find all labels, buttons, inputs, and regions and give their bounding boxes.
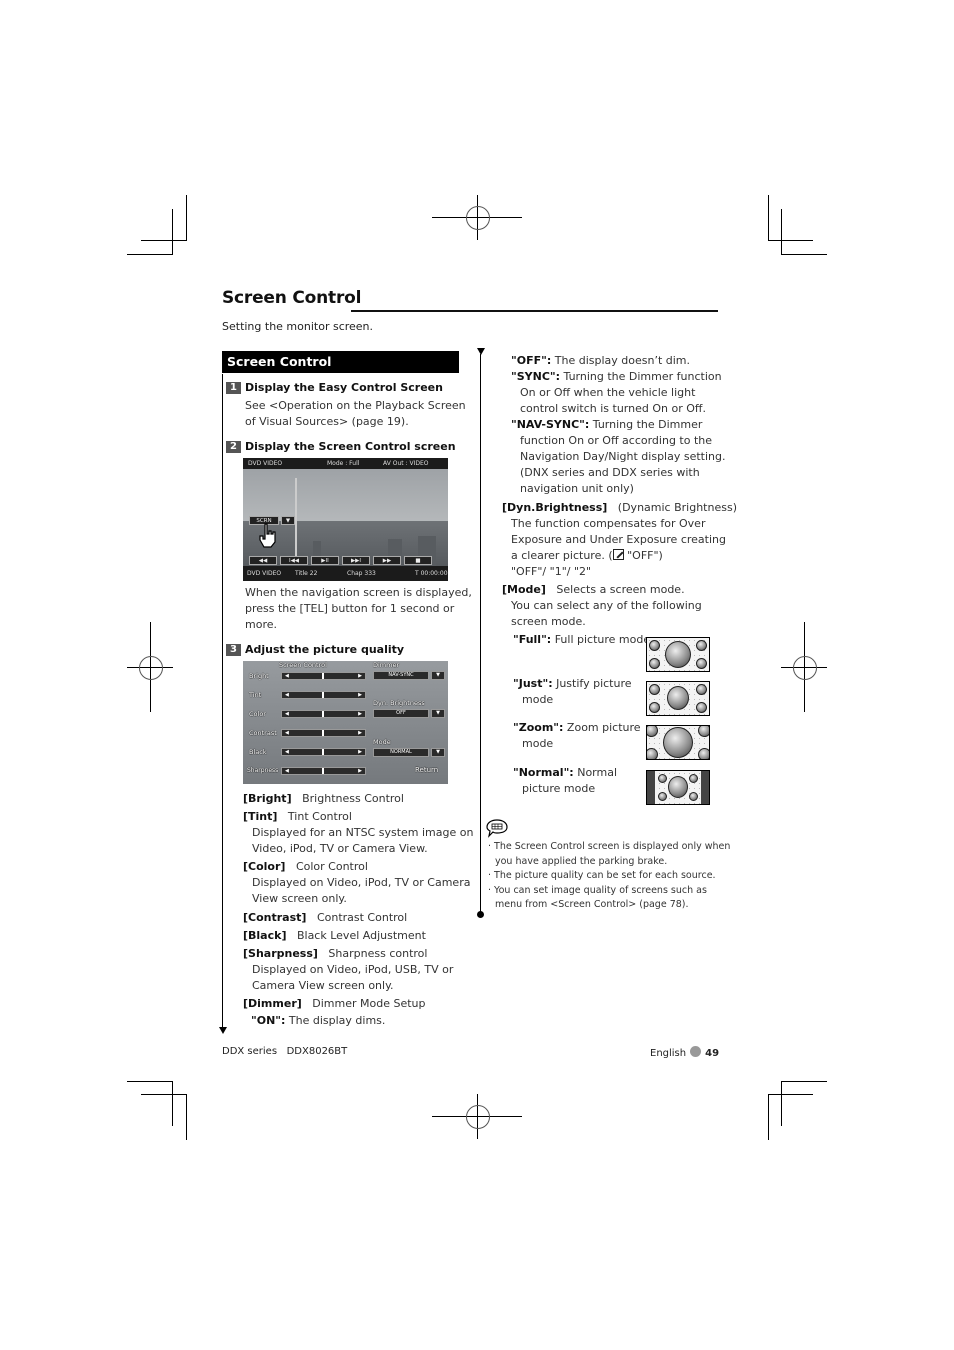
item-mode: [Mode] Selects a screen mode. You can se…	[502, 583, 702, 628]
item-dyn-brightness: [Dyn.Brightness] (Dynamic Brightness) Th…	[502, 501, 737, 578]
item-bright: [Bright] Brightness Control	[243, 792, 404, 805]
screen-bottom-bar: DVD VIDEO Title 22 Chap 333 T 00:00:00	[243, 566, 448, 581]
previous-button[interactable]: I◀◀	[280, 556, 308, 565]
return-button[interactable]: Return	[415, 766, 438, 774]
footer-model: DDX series DDX8026BT	[222, 1046, 348, 1057]
footer-page: English 49	[650, 1046, 720, 1059]
screen-control-heading: Screen Control	[279, 661, 327, 669]
default-setting-icon	[612, 549, 624, 560]
step-number: 3	[226, 643, 241, 656]
note-icon	[486, 819, 508, 838]
page-dot-icon	[690, 1046, 702, 1057]
step-number: 1	[226, 381, 241, 394]
mode-option-full: "Full": Full picture mode	[513, 633, 651, 646]
dimmer-value: NAV-SYNC	[373, 671, 429, 680]
note-item: · You can set image quality of screens s…	[488, 884, 707, 896]
bright-slider[interactable]: ◀ ▶	[281, 672, 366, 680]
dimmer-option-nav-sync: "NAV-SYNC": Turning the Dimmer function …	[511, 418, 726, 495]
flow-line-right	[480, 354, 482, 914]
step-title: Display the Easy Control Screen	[245, 381, 443, 394]
contrast-slider[interactable]: ◀ ▶	[281, 729, 366, 737]
page-title: Screen Control	[222, 288, 362, 308]
item-black: [Black] Black Level Adjustment	[243, 929, 426, 942]
easy-control-screenshot: DVD VIDEO Mode : Full AV Out : VIDEO SCR…	[243, 458, 448, 581]
full-mode-image	[646, 637, 710, 672]
mode-option-normal: "Normal": Normal picture mode	[513, 766, 618, 795]
tint-slider[interactable]: ◀ ▶	[281, 691, 366, 699]
next-button[interactable]: ▶▶I	[342, 556, 370, 565]
screen-top-bar: DVD VIDEO Mode : Full AV Out : VIDEO	[243, 458, 448, 469]
page-subtitle: Setting the monitor screen.	[222, 320, 374, 333]
sharpness-slider[interactable]: ◀ ▶	[281, 767, 366, 775]
dimmer-dropdown-button[interactable]: ▼	[431, 671, 445, 680]
scrn-dropdown-button[interactable]: ▼	[281, 516, 295, 525]
dyn-brightness-value: OFF	[373, 709, 429, 718]
hand-pointer-icon	[259, 523, 276, 548]
notes-list: · The Screen Control screen is displayed…	[488, 841, 731, 910]
step-title: Adjust the picture quality	[245, 643, 405, 656]
item-contrast: [Contrast] Contrast Control	[243, 911, 408, 924]
mode-dropdown-button[interactable]: ▼	[431, 748, 445, 757]
black-slider[interactable]: ◀ ▶	[281, 748, 366, 756]
flow-line-left	[222, 374, 224, 1028]
note-item: · The picture quality can be set for eac…	[488, 870, 716, 881]
step-1: 1 Display the Easy Control Screen	[226, 381, 443, 394]
step-1-body: See <Operation on the Playback Screen of…	[245, 399, 466, 428]
item-sharpness: [Sharpness] Sharpness control Displayed …	[243, 947, 454, 992]
stop-button[interactable]: ■	[404, 556, 432, 565]
title-rule	[351, 310, 718, 312]
item-dimmer: [Dimmer] Dimmer Mode Setup	[243, 997, 426, 1010]
item-tint: [Tint] Tint Control Displayed for an NTS…	[243, 810, 474, 855]
just-mode-image	[646, 681, 710, 716]
arrow-down-icon	[219, 1027, 227, 1034]
color-slider[interactable]: ◀ ▶	[281, 710, 366, 718]
zoom-mode-image	[646, 725, 710, 760]
mode-value: NORMAL	[373, 748, 429, 757]
section-header: Screen Control	[222, 351, 459, 373]
end-dot	[477, 911, 484, 918]
normal-mode-image	[646, 770, 710, 805]
dyn-brightness-dropdown-button[interactable]: ▼	[431, 709, 445, 718]
mode-option-zoom: "Zoom": Zoom picture mode	[513, 721, 641, 750]
item-color: [Color] Color Control Displayed on Video…	[243, 860, 471, 905]
mode-option-just: "Just": Justify picture mode	[513, 677, 632, 706]
step-3: 3 Adjust the picture quality	[226, 643, 404, 656]
step-number: 2	[226, 440, 241, 453]
step-title: Display the Screen Control screen	[245, 440, 456, 453]
step-2: 2 Display the Screen Control screen	[226, 440, 456, 453]
play-pause-button[interactable]: ▶II	[311, 556, 339, 565]
dimmer-option-sync: "SYNC": Turning the Dimmer function On o…	[511, 370, 722, 415]
dimmer-option-on: "ON": The display dims.	[251, 1014, 386, 1027]
step-2-body: When the navigation screen is displayed,…	[245, 586, 472, 631]
fast-forward-button[interactable]: ▶▶	[373, 556, 401, 565]
note-item: · The Screen Control screen is displayed…	[488, 841, 731, 852]
rewind-button[interactable]: ◀◀	[249, 556, 277, 565]
dimmer-option-off: "OFF": The display doesn’t dim.	[511, 354, 690, 367]
screen-control-screenshot: Screen Control Bright ◀ ▶ Tint ◀ ▶ Color ◀…	[243, 661, 448, 784]
